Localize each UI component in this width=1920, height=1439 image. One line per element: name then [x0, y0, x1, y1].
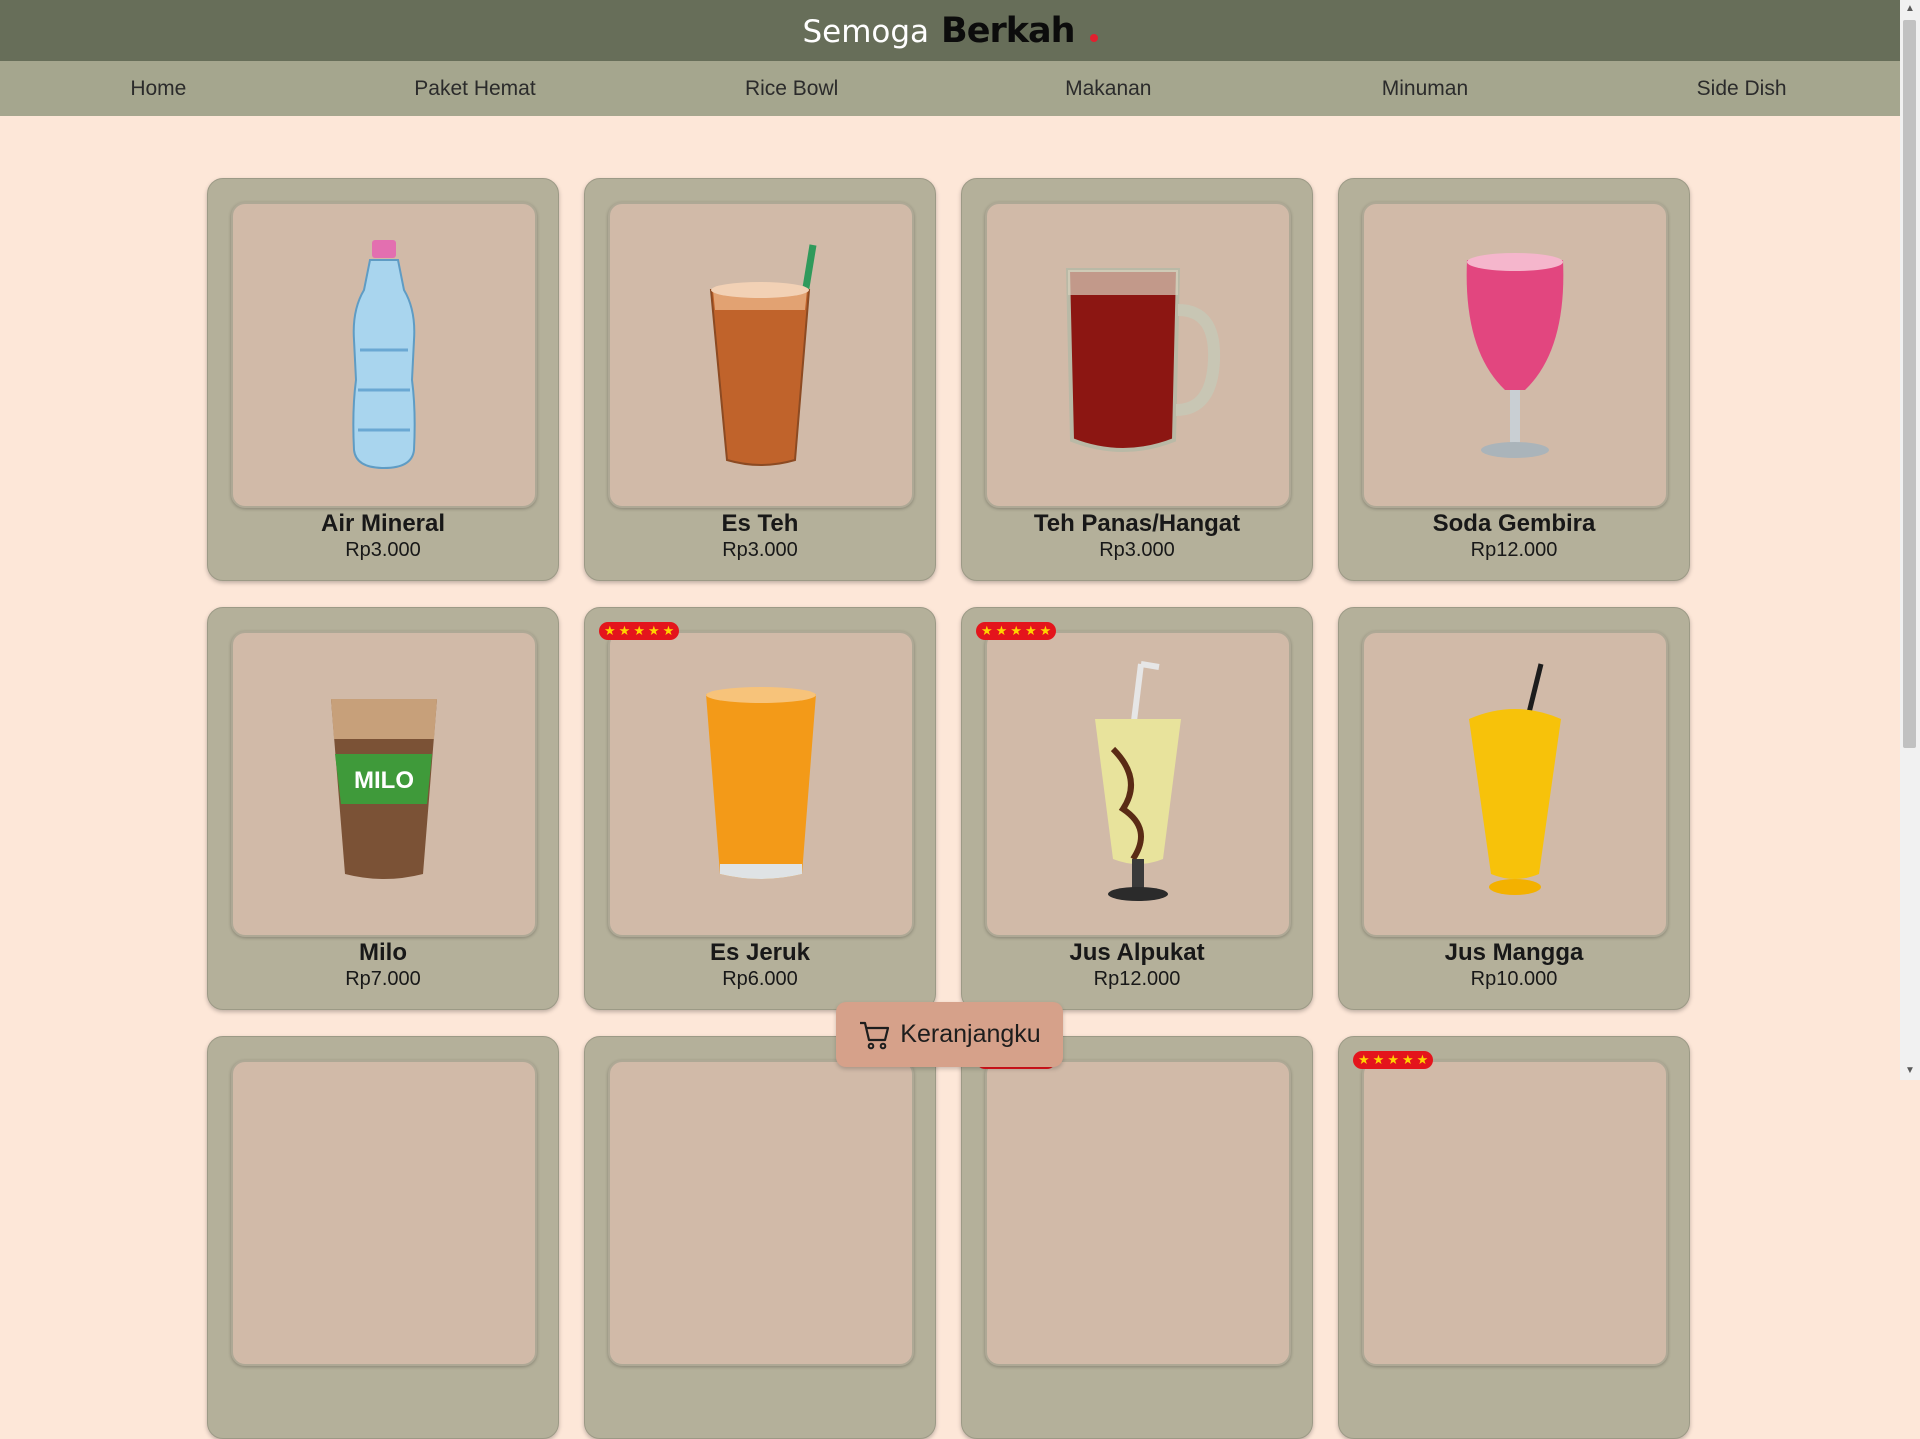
star-icon: ★ — [604, 623, 616, 638]
scroll-up-icon[interactable]: ▲ — [1900, 0, 1920, 18]
product-card[interactable]: ★ ★ ★ ★ ★ Es Jeruk Rp6.000 — [584, 607, 936, 1010]
product-image: MILO — [231, 631, 537, 937]
product-name: Teh Panas/Hangat — [1033, 510, 1241, 537]
product-card[interactable]: MILO Milo Rp7.000 — [207, 607, 559, 1010]
star-icon: ★ — [1387, 1052, 1399, 1067]
product-image — [231, 1060, 537, 1366]
product-grid: Air Mineral Rp3.000 Es Teh Rp3.000 Teh P… — [207, 178, 1690, 1439]
product-name: Soda Gembira — [1432, 510, 1596, 537]
rating-badge: ★★★★★ — [1353, 1051, 1434, 1069]
product-image — [1362, 631, 1668, 937]
rating-badge: ★★★★★ — [976, 622, 1057, 640]
product-name: Milo — [359, 939, 407, 966]
brand-logo[interactable]: Semoga Berkah — [802, 10, 1098, 51]
product-image — [231, 202, 537, 508]
product-image — [608, 202, 914, 508]
vertical-scrollbar[interactable]: ▲ ▼ — [1900, 0, 1920, 1080]
star-icon: ★ — [981, 623, 993, 638]
nav-item-minuman[interactable]: Minuman — [1285, 77, 1565, 101]
product-image — [985, 1060, 1291, 1366]
product-card[interactable] — [584, 1036, 936, 1439]
product-price: Rp10.000 — [1470, 968, 1558, 990]
rating-badge: ★★★★★ — [599, 622, 680, 640]
product-price: Rp12.000 — [1093, 968, 1181, 990]
star-icon: ★ — [618, 623, 631, 638]
star-icon: ★ — [662, 623, 675, 638]
product-card[interactable]: ★★★★★ — [1338, 1036, 1690, 1439]
product-card[interactable]: ★ ★ ★ ★ ★ Jus Alpukat Rp12.000 — [961, 607, 1313, 1010]
product-card[interactable]: Air Mineral Rp3.000 — [207, 178, 559, 581]
product-name: Es Jeruk — [709, 939, 811, 966]
product-card[interactable]: Es Teh Rp3.000 — [584, 178, 936, 581]
product-image — [985, 202, 1291, 508]
product-card[interactable]: ★★★★★ — [961, 1036, 1313, 1439]
star-icon: ★ — [995, 623, 1008, 638]
star-icon: ★ — [647, 623, 660, 638]
star-icon: ★ — [633, 623, 645, 638]
product-name: Jus Alpukat — [1069, 939, 1205, 966]
mango-juice-icon — [1469, 663, 1561, 895]
product-image — [1362, 202, 1668, 508]
nav-item-paket-hemat[interactable]: Paket Hemat — [335, 77, 615, 101]
nav-item-rice-bowl[interactable]: Rice Bowl — [652, 77, 932, 101]
product-price: Rp12.000 — [1470, 539, 1558, 561]
product-image — [608, 1060, 914, 1366]
brand-second-word: Berkah — [941, 10, 1075, 51]
water-bottle-icon — [352, 240, 416, 470]
star-icon: ★ — [1039, 623, 1052, 638]
star-icon: ★ — [1010, 623, 1022, 638]
product-card[interactable]: Teh Panas/Hangat Rp3.000 — [961, 178, 1313, 581]
main-nav: Home Paket Hemat Rice Bowl Makanan Minum… — [0, 61, 1900, 116]
milo-cup-icon: MILO — [331, 699, 437, 879]
nav-item-side-dish[interactable]: Side Dish — [1602, 77, 1882, 101]
nav-item-makanan[interactable]: Makanan — [968, 77, 1248, 101]
brand-dot-icon — [1089, 33, 1098, 42]
product-name: Es Teh — [721, 510, 799, 537]
brand-first-word: Semoga — [802, 13, 930, 50]
iced-tea-icon — [709, 244, 817, 466]
cart-icon — [860, 1021, 890, 1049]
svg-text:MILO: MILO — [354, 767, 414, 794]
star-icon: ★ — [1024, 623, 1037, 638]
header: Semoga Berkah — [0, 0, 1900, 61]
product-card[interactable]: Jus Mangga Rp10.000 — [1338, 607, 1690, 1010]
product-price: Rp7.000 — [345, 968, 421, 990]
star-icon: ★ — [1372, 1052, 1385, 1067]
product-card[interactable]: Soda Gembira Rp12.000 — [1338, 178, 1690, 581]
star-icon: ★ — [1358, 1052, 1370, 1067]
star-icon: ★ — [1401, 1052, 1414, 1067]
product-image — [985, 631, 1291, 937]
pink-soda-glass-icon — [1466, 253, 1564, 458]
product-image — [608, 631, 914, 937]
product-name: Air Mineral — [320, 510, 446, 537]
cart-label: Keranjangku — [900, 1020, 1041, 1048]
product-price: Rp3.000 — [345, 539, 421, 561]
nav-item-home[interactable]: Home — [18, 77, 298, 101]
product-price: Rp3.000 — [722, 539, 798, 561]
product-image — [1362, 1060, 1668, 1366]
product-price: Rp6.000 — [722, 968, 798, 990]
scroll-down-icon[interactable]: ▼ — [1900, 1062, 1920, 1080]
product-card[interactable] — [207, 1036, 559, 1439]
avocado-juice-icon — [1095, 661, 1181, 901]
product-name: Jus Mangga — [1444, 939, 1584, 966]
cart-button[interactable]: Keranjangku — [836, 1002, 1063, 1067]
product-price: Rp3.000 — [1099, 539, 1175, 561]
hot-tea-mug-icon — [1065, 268, 1221, 452]
orange-juice-icon — [706, 687, 816, 879]
star-icon: ★ — [1416, 1052, 1429, 1067]
scrollbar-thumb[interactable] — [1903, 20, 1916, 748]
